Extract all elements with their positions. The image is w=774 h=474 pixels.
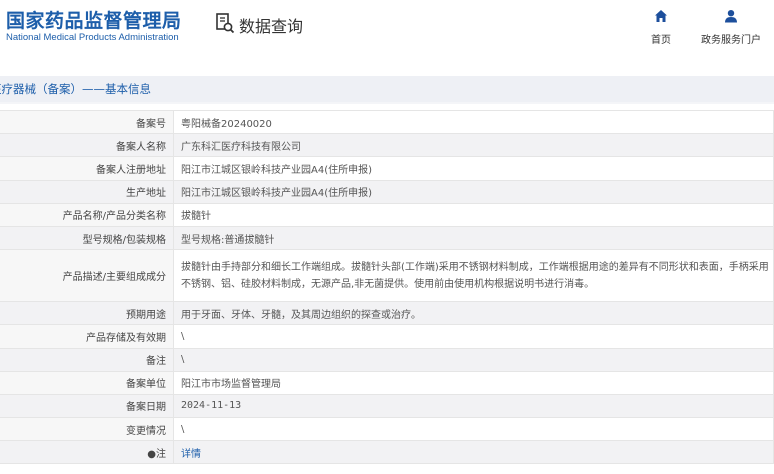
data-query-title: 数据查询: [239, 17, 304, 36]
row-value: 粤阳械备20240020: [173, 109, 774, 135]
data-query-icon: [215, 12, 235, 38]
row-value: 阳江市市场监督管理局: [173, 370, 774, 395]
nav-home-label: 首页: [651, 35, 671, 46]
device-info-table: 备案号 粤阳械备20240020 备案人名称 广东科汇医疗科技有限公司 备案人注…: [0, 109, 774, 465]
details-link[interactable]: 详情: [181, 449, 201, 460]
table-row: 型号规格/包装规格 型号规格:普通拔髓针: [0, 225, 774, 251]
table-row: ●注 详情: [0, 440, 774, 465]
row-value: \: [173, 417, 774, 442]
row-label: 型号规格/包装规格: [0, 225, 174, 251]
site-header: 国家药品监督管理局 National Medical Products Admi…: [0, 0, 774, 62]
row-value: \: [173, 347, 774, 372]
nav-home[interactable]: 首页: [651, 8, 671, 46]
table-row: 备案人名称 广东科汇医疗科技有限公司: [0, 133, 774, 158]
row-value: \: [173, 324, 774, 349]
data-query-heading: 数据查询: [215, 12, 303, 38]
table-row: 产品存储及有效期 \: [0, 324, 774, 349]
row-label: 预期用途: [0, 301, 174, 326]
row-value: 阳江市江城区银岭科技产业园A4(住所申报): [173, 156, 774, 181]
table-row: 备案单位 阳江市市场监督管理局: [0, 370, 774, 395]
row-label: 备案单位: [0, 370, 174, 395]
table-row: 变更情况 \: [0, 417, 774, 442]
table-row: 预期用途 用于牙面、牙体、牙髓，及其周边组织的探查或治疗。: [0, 301, 774, 326]
row-label: 备案人注册地址: [0, 156, 174, 181]
row-value: 详情: [173, 440, 774, 465]
table-row: 备案日期 2024-11-13: [0, 393, 774, 419]
table-row: 备注 \: [0, 347, 774, 372]
home-icon: [654, 8, 668, 27]
row-value: 型号规格:普通拔髓针: [173, 225, 774, 251]
table-row: 产品名称/产品分类名称 拔髓针: [0, 202, 774, 227]
user-icon: [724, 8, 738, 27]
site-logo-subtitle: National Medical Products Administration: [6, 32, 179, 43]
nav-service-portal-label: 政务服务门户: [701, 35, 761, 46]
row-value: 广东科汇医疗科技有限公司: [173, 133, 774, 158]
row-label: ●注: [0, 440, 174, 465]
row-label: 备案号: [0, 109, 174, 135]
row-value: 拔髓针由手持部分和细长工作端组成。拔髓针头部(工作端)采用不锈钢材料制成，工作端…: [173, 249, 774, 303]
breadcrumb-text: 医疗器械（备案）——基本信息: [0, 82, 151, 96]
table-row: 备案号 粤阳械备20240020: [0, 109, 774, 135]
row-label: 生产地址: [0, 179, 174, 204]
row-value: 拔髓针: [173, 202, 774, 227]
row-label: 变更情况: [0, 417, 174, 442]
row-label: 产品描述/主要组成成分: [0, 249, 174, 303]
row-label: 产品名称/产品分类名称: [0, 202, 174, 227]
row-label: 备案日期: [0, 393, 174, 419]
row-value: 阳江市江城区银岭科技产业园A4(住所申报): [173, 179, 774, 204]
nav-service-portal[interactable]: 政务服务门户: [701, 8, 761, 46]
row-value: 2024-11-13: [173, 393, 774, 419]
table-row: 备案人注册地址 阳江市江城区银岭科技产业园A4(住所申报): [0, 156, 774, 181]
row-label: 备案人名称: [0, 133, 174, 158]
header-gap: [0, 62, 774, 76]
row-label: 产品存储及有效期: [0, 324, 174, 349]
row-value: 用于牙面、牙体、牙髓，及其周边组织的探查或治疗。: [173, 301, 774, 326]
site-logo-title: 国家药品监督管理局: [6, 10, 182, 32]
table-row: 生产地址 阳江市江城区银岭科技产业园A4(住所申报): [0, 179, 774, 204]
table-row: 产品描述/主要组成成分 拔髓针由手持部分和细长工作端组成。拔髓针头部(工作端)采…: [0, 249, 774, 303]
breadcrumb: 医疗器械（备案）——基本信息: [0, 76, 774, 104]
row-label: 备注: [0, 347, 174, 372]
